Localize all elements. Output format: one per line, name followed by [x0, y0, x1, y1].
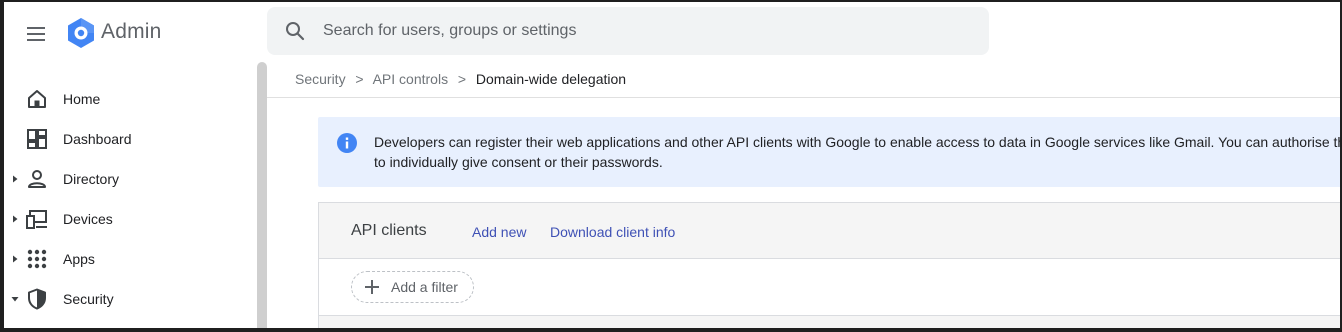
apps-grid-icon	[27, 249, 47, 269]
shield-icon	[28, 288, 46, 310]
expand-arrow-icon[interactable]	[10, 174, 20, 184]
add-filter-button[interactable]: Add a filter	[351, 271, 474, 303]
sidebar-item-label: Home	[63, 91, 101, 107]
download-client-info-button[interactable]: Download client info	[550, 224, 675, 240]
search-bar[interactable]	[267, 7, 989, 55]
api-clients-card: API clients Add new Download client info…	[318, 202, 1340, 328]
sidebar-item-label: Apps	[63, 251, 95, 267]
breadcrumb-api-controls-link[interactable]: API controls	[373, 71, 448, 87]
sidebar-item-dashboard[interactable]: Dashboard	[4, 119, 254, 159]
sidebar-item-label: Security	[63, 291, 114, 307]
sidebar-item-devices[interactable]: Devices	[4, 199, 254, 239]
breadcrumb-separator: >	[355, 71, 364, 87]
dashboard-icon	[27, 129, 47, 149]
main-menu-button[interactable]	[24, 21, 50, 47]
add-filter-label: Add a filter	[391, 279, 458, 295]
sidebar-item-home[interactable]: Home	[4, 79, 254, 119]
person-icon	[28, 170, 46, 188]
home-icon	[28, 90, 46, 108]
sidebar-item-apps[interactable]: Apps	[4, 239, 254, 279]
collapse-arrow-icon[interactable]	[10, 294, 20, 304]
admin-console-window: Admin Home Dashboard Directo	[0, 0, 1342, 332]
sidebar-scrollbar[interactable]	[257, 62, 267, 328]
app-title: Admin	[101, 20, 162, 43]
sidebar-item-security[interactable]: Security	[4, 279, 254, 319]
sidebar-item-label: Devices	[63, 211, 113, 227]
sidebar-item-label: Dashboard	[63, 131, 132, 147]
breadcrumb-current: Domain-wide delegation	[475, 71, 627, 87]
search-icon	[286, 22, 305, 41]
search-input[interactable]	[323, 20, 963, 42]
breadcrumb-security-link[interactable]: Security	[295, 71, 346, 87]
breadcrumb: Security > API controls > Domain-wide de…	[295, 71, 626, 87]
info-banner-text: Developers can register their web applic…	[374, 132, 1342, 172]
devices-icon	[26, 210, 47, 229]
breadcrumb-separator: >	[457, 71, 467, 87]
sidebar-item-directory[interactable]: Directory	[4, 159, 254, 199]
api-clients-title: API clients	[351, 222, 427, 239]
plus-icon	[365, 280, 379, 294]
info-icon	[337, 133, 357, 153]
expand-arrow-icon[interactable]	[10, 254, 20, 264]
sidebar-item-label: Directory	[63, 171, 120, 187]
divider	[267, 97, 1340, 98]
api-clients-header: API clients Add new Download client info	[319, 203, 1340, 259]
expand-arrow-icon[interactable]	[10, 214, 20, 224]
info-banner-line: to individually give consent or their pa…	[374, 154, 663, 170]
add-new-button[interactable]: Add new	[472, 224, 526, 240]
info-banner: Developers can register their web applic…	[318, 117, 1342, 187]
info-banner-line: Developers can register their web applic…	[374, 134, 1342, 150]
table-header-row	[319, 315, 1340, 328]
admin-logo-icon	[68, 18, 94, 48]
